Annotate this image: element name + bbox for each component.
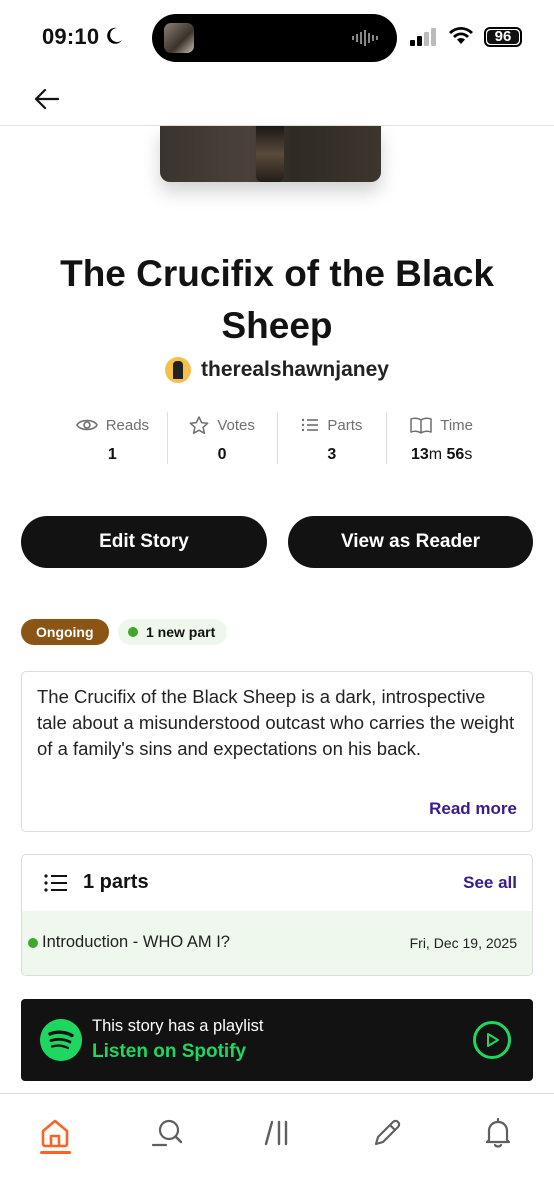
play-icon (487, 1033, 499, 1047)
stat-reads-value: 1 (107, 446, 117, 463)
battery-indicator: 96 (484, 27, 522, 47)
stat-time-minutes-unit: m (428, 446, 443, 463)
book-icon (410, 417, 432, 434)
view-as-reader-button[interactable]: View as Reader (288, 516, 533, 568)
search-icon (151, 1119, 183, 1147)
tab-library[interactable] (248, 1108, 308, 1158)
bottom-tab-bar (0, 1093, 554, 1200)
listen-on-spotify-link[interactable]: Listen on Spotify (92, 1041, 246, 1063)
tab-notifications[interactable] (468, 1108, 528, 1158)
stat-time-seconds-unit: s (464, 446, 473, 463)
status-time: 09:10 (42, 24, 100, 49)
list-icon (302, 418, 319, 432)
stat-time-label: Time (440, 416, 474, 434)
arrow-left-icon (34, 88, 60, 110)
new-dot-icon (28, 938, 38, 948)
top-nav (0, 72, 554, 126)
eye-icon (75, 419, 98, 431)
description-text: The Crucifix of the Black Sheep is a dar… (37, 686, 515, 759)
home-icon (41, 1119, 69, 1148)
stat-reads-label: Reads (105, 416, 150, 434)
play-button[interactable] (473, 1021, 511, 1059)
parts-card: 1 parts See all Introduction - WHO AM I?… (21, 854, 533, 976)
back-button[interactable] (30, 82, 64, 116)
author-avatar[interactable] (165, 357, 192, 383)
now-playing-thumbnail (164, 23, 194, 53)
author-name[interactable]: therealshawnjaney (201, 358, 389, 382)
edit-story-button[interactable]: Edit Story (21, 516, 267, 568)
moon-icon (107, 27, 122, 44)
stat-time-seconds: 56 (446, 446, 465, 463)
read-more-link[interactable]: Read more (429, 799, 517, 819)
stat-votes: Votes 0 (168, 412, 278, 464)
stat-time: Time 13m 56s (387, 412, 496, 464)
part-title: Introduction - WHO AM I? (42, 933, 230, 951)
story-title: The Crucifix of the Black Sheep (60, 253, 494, 346)
cover-figure (256, 126, 284, 182)
notifications-icon (485, 1117, 511, 1148)
stat-parts-label: Parts (327, 416, 363, 434)
battery-level: 96 (487, 29, 519, 44)
story-cover-image[interactable] (160, 126, 381, 182)
parts-count: 1 parts (83, 871, 149, 893)
star-icon (189, 415, 209, 434)
tab-write[interactable] (357, 1108, 417, 1158)
audio-waveform-icon (352, 30, 378, 46)
author-row[interactable]: therealshawnjaney (0, 357, 554, 383)
stat-parts-value: 3 (327, 446, 337, 463)
part-date: Fri, Dec 19, 2025 (409, 935, 517, 951)
write-icon (374, 1119, 401, 1146)
spotify-icon (40, 1019, 82, 1061)
new-part-label: 1 new part (146, 624, 216, 640)
library-icon (264, 1120, 288, 1146)
cellular-signal-icon (410, 28, 436, 46)
status-badge: Ongoing (21, 619, 109, 645)
stat-time-minutes: 13 (410, 446, 429, 463)
spotify-playlist-banner[interactable]: This story has a playlist Listen on Spot… (21, 999, 533, 1081)
parts-header: 1 parts See all (22, 855, 532, 911)
wifi-icon (449, 27, 473, 44)
story-stats: Reads 1 Votes 0 Parts 3 Time 13m 56s (58, 412, 496, 464)
stat-votes-value: 0 (217, 446, 227, 463)
new-part-badge: 1 new part (118, 619, 228, 645)
description-card: The Crucifix of the Black Sheep is a dar… (21, 671, 533, 832)
stat-reads: Reads 1 (58, 412, 168, 464)
new-dot-icon (128, 627, 138, 637)
active-tab-indicator (40, 1151, 71, 1154)
stat-parts: Parts 3 (278, 412, 388, 464)
part-list-item[interactable]: Introduction - WHO AM I? Fri, Dec 19, 20… (22, 911, 532, 975)
stat-votes-label: Votes (217, 416, 255, 434)
list-icon (44, 874, 67, 892)
see-all-link[interactable]: See all (463, 873, 517, 893)
stat-time-value: 13m 56s (387, 446, 496, 464)
status-bar: 09:10 96 (0, 0, 554, 72)
spotify-label: This story has a playlist (92, 1017, 264, 1035)
dynamic-island[interactable] (152, 14, 397, 62)
tab-search[interactable] (137, 1108, 197, 1158)
